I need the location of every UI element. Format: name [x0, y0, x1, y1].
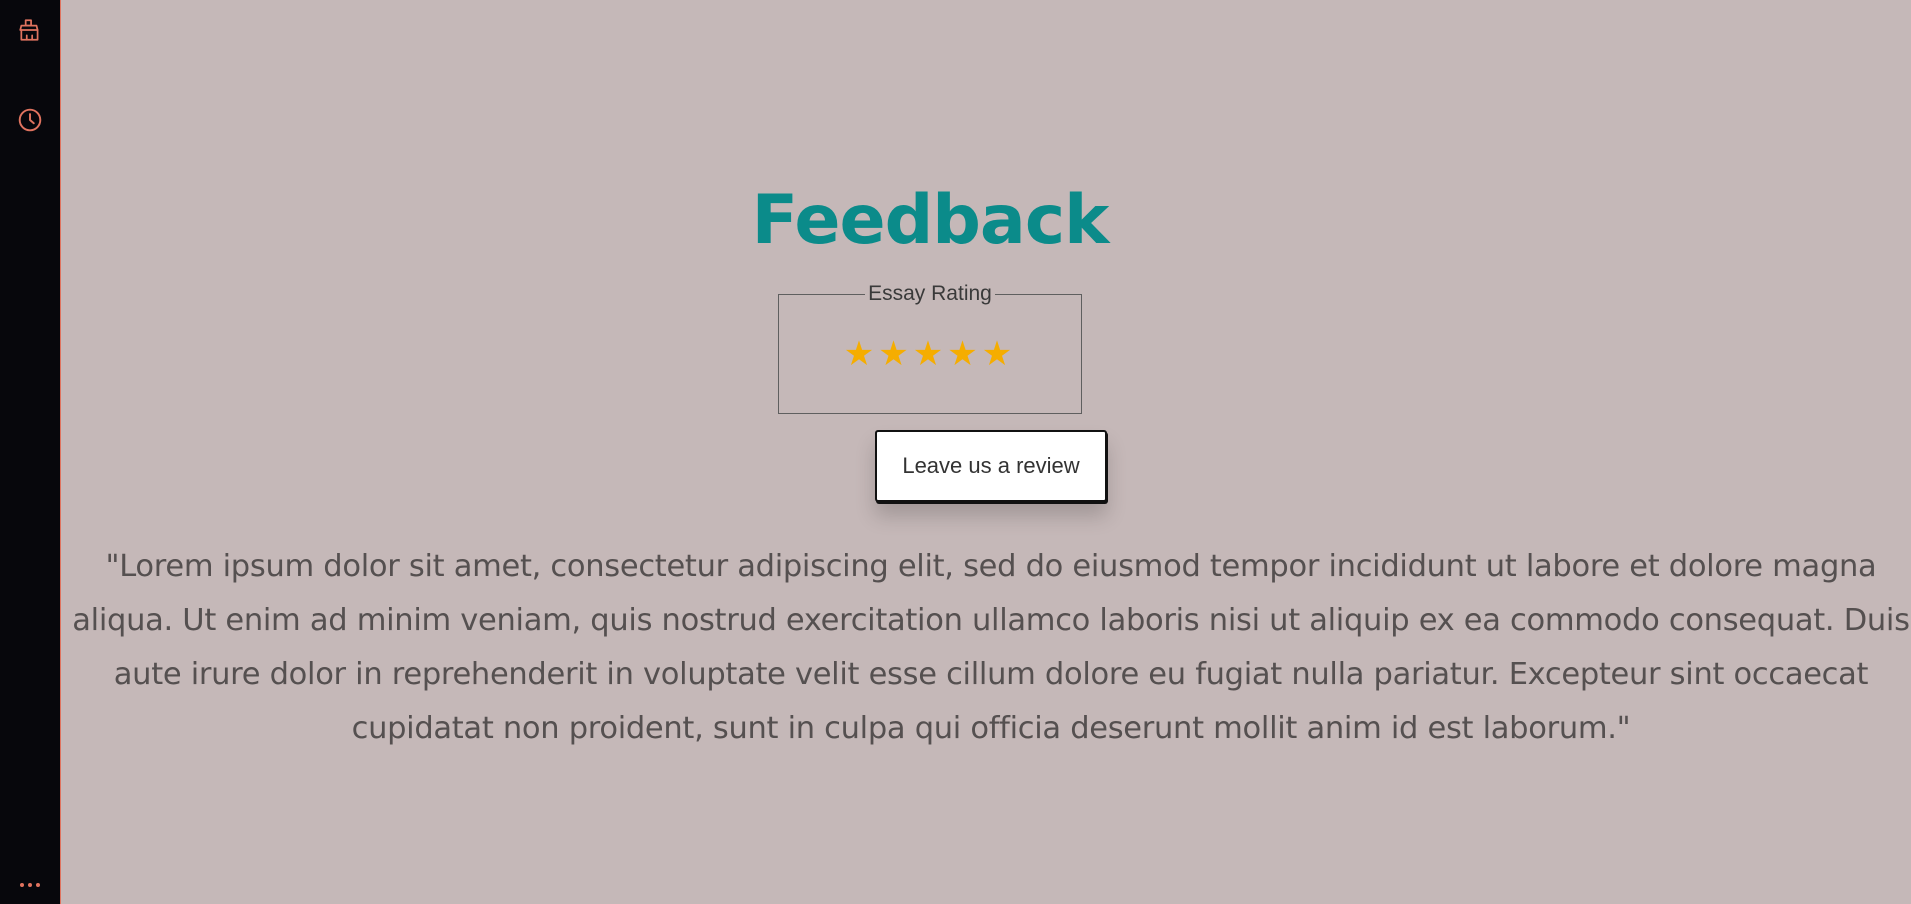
star-rating[interactable]: ★★★★★: [779, 335, 1081, 373]
leave-review-button[interactable]: Leave us a review: [875, 430, 1107, 502]
star-icon[interactable]: ★: [947, 335, 981, 373]
star-icon[interactable]: ★: [878, 335, 912, 373]
star-icon[interactable]: ★: [982, 335, 1016, 373]
essay-rating-box: Essay Rating ★★★★★: [778, 282, 1082, 414]
testimonial-quote: "Lorem ipsum dolor sit amet, consectetur…: [72, 549, 1910, 746]
clock-icon[interactable]: [15, 105, 45, 135]
page-title: Feedback: [751, 181, 1110, 260]
sidebar: [0, 0, 61, 904]
brush-icon[interactable]: [15, 15, 45, 45]
app-window: Feedback Essay Rating ★★★★★ Leave us a r…: [0, 0, 1911, 904]
more-icon[interactable]: [15, 870, 45, 900]
star-icon[interactable]: ★: [913, 335, 947, 373]
star-icon[interactable]: ★: [844, 335, 878, 373]
